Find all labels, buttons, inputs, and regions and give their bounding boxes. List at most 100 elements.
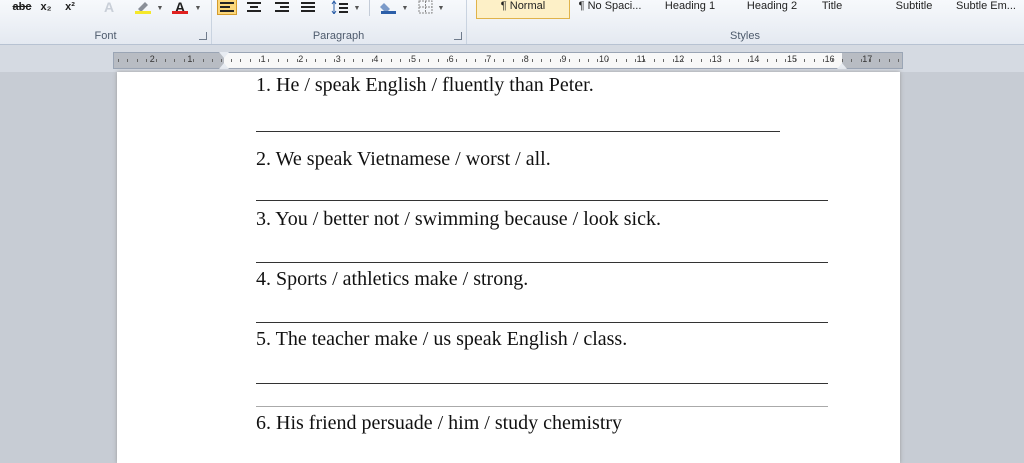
answer-line-3: [256, 262, 828, 263]
ruler-tick: [879, 59, 881, 62]
style-title[interactable]: Title: [786, 0, 878, 18]
line-spacing-button[interactable]: [331, 0, 353, 15]
document-page[interactable]: 1. He / speak English / fluently than Pe…: [117, 72, 900, 463]
ruler-tick: [136, 59, 138, 62]
hanging-indent-marker[interactable]: [219, 63, 229, 69]
ruler-tick: [456, 59, 458, 62]
ruler-tick: [212, 59, 213, 62]
font-dialog-launcher-icon[interactable]: [199, 32, 207, 40]
ruler-tick: [465, 59, 467, 62]
ruler-tick: [127, 59, 129, 62]
exercise-1: 1. He / speak English / fluently than Pe…: [256, 74, 594, 96]
exercise-6: 6. His friend persuade / him / study che…: [256, 412, 623, 434]
ruler-number: 2: [149, 54, 155, 64]
ruler-tick: [870, 59, 871, 62]
borders-dropdown-arrow-icon[interactable]: ▼: [437, 0, 445, 14]
first-line-indent-marker[interactable]: [219, 52, 229, 58]
superscript-button[interactable]: x²: [62, 0, 78, 14]
style-subtle-emphasis[interactable]: Subtle Em...: [946, 0, 1024, 18]
paragraph-group: ▼ ▼ ▼ Paragraph: [211, 0, 467, 44]
ruler-tick: [550, 59, 552, 62]
paragraph-group-label: Paragraph: [312, 30, 365, 42]
ruler-tick: [512, 59, 514, 62]
ruler-number: 7: [486, 54, 492, 64]
ruler-tick: [832, 59, 834, 62]
ruler-tick: [531, 59, 533, 62]
strikethrough-button[interactable]: abc: [10, 0, 34, 14]
subscript-button[interactable]: x₂: [38, 0, 54, 14]
ruler-tick: [682, 59, 683, 62]
line-spacing-icon: [331, 0, 348, 15]
ruler-tick: [428, 59, 430, 62]
right-indent-marker[interactable]: [837, 63, 847, 69]
styles-group-label: Styles: [730, 30, 760, 42]
ruler-tick: [559, 59, 561, 62]
exercise-5: 5. The teacher make / us speak English /…: [256, 328, 628, 350]
ruler-tick: [249, 59, 251, 62]
style-heading-1[interactable]: Heading 1: [644, 0, 736, 18]
ruler-tick: [700, 59, 702, 62]
ruler-left-margin: [114, 53, 224, 68]
ruler-number: 3: [335, 54, 341, 64]
highlight-dropdown-arrow-icon[interactable]: ▼: [156, 0, 164, 14]
ruler-tick: [729, 59, 730, 62]
exercise-4: 4. Sports / athletics make / strong.: [256, 268, 529, 290]
borders-button[interactable]: [417, 0, 435, 14]
ruler-tick: [324, 59, 326, 62]
ruler-tick: [146, 59, 148, 62]
justify-button[interactable]: [299, 0, 317, 14]
font-group: abc x₂ x² A ▼ A ▼ Font: [0, 0, 212, 44]
paint-bucket-icon: [380, 3, 396, 14]
font-color-swatch: [172, 11, 188, 14]
ruler-tick: [578, 59, 580, 62]
align-right-button[interactable]: [273, 0, 291, 14]
ruler-tick: [794, 59, 796, 62]
answer-line-2: [256, 200, 828, 201]
highlight-color-button[interactable]: [132, 0, 154, 14]
ruler-tick: [409, 59, 411, 62]
ruler-tick: [193, 59, 195, 62]
ruler-tick: [484, 59, 486, 62]
ruler-tick: [841, 59, 843, 62]
ruler-tick: [747, 59, 749, 62]
borders-icon: [418, 0, 433, 14]
ruler-number: 1: [260, 54, 266, 64]
style-no-spacing[interactable]: ¶ No Spaci...: [564, 0, 656, 18]
align-left-button[interactable]: [217, 0, 237, 15]
answer-line-5b: [256, 406, 828, 407]
font-group-label: Font: [94, 30, 117, 42]
ruler-tick: [757, 59, 759, 62]
text-effects-button[interactable]: A: [98, 0, 120, 14]
ruler-number: 8: [523, 54, 529, 64]
ruler-tick: [860, 59, 862, 62]
ruler-tick: [522, 59, 524, 62]
style-normal[interactable]: ¶ Normal: [476, 0, 570, 19]
ruler-tick: [165, 59, 166, 62]
answer-line-4: [256, 322, 828, 323]
ruler-tick: [418, 59, 420, 62]
horizontal-ruler[interactable]: 2 1 1 2 3 4 5 6 7 8 9 10 11 12 13 14 15 16 17: [113, 52, 903, 69]
ruler-tick: [362, 59, 364, 62]
exercise-2: 2. We speak Vietnamese / worst / all.: [256, 148, 551, 170]
ruler-tick: [400, 59, 401, 62]
shading-dropdown-arrow-icon[interactable]: ▼: [401, 0, 409, 14]
font-color-dropdown-arrow-icon[interactable]: ▼: [194, 0, 202, 14]
ruler-tick: [155, 59, 157, 62]
ruler-tick: [672, 59, 674, 62]
ruler-tick: [813, 59, 815, 62]
line-spacing-dropdown-arrow-icon[interactable]: ▼: [353, 0, 361, 14]
shading-button[interactable]: [379, 0, 401, 14]
align-center-button[interactable]: [245, 0, 263, 14]
ruler-tick: [804, 59, 806, 62]
ruler-tick: [738, 59, 740, 62]
ruler-tick: [268, 59, 270, 62]
ruler-tick: [287, 59, 289, 62]
ruler-tick: [202, 59, 204, 62]
exercise-3: 3. You / better not / swimming because /…: [256, 208, 661, 230]
ruler-tick: [390, 59, 392, 62]
paragraph-dialog-launcher-icon[interactable]: [454, 32, 462, 40]
ruler-tick: [606, 59, 608, 62]
ruler-tick: [823, 59, 824, 62]
ruler-tick: [719, 59, 721, 62]
answer-line-5: [256, 383, 828, 384]
